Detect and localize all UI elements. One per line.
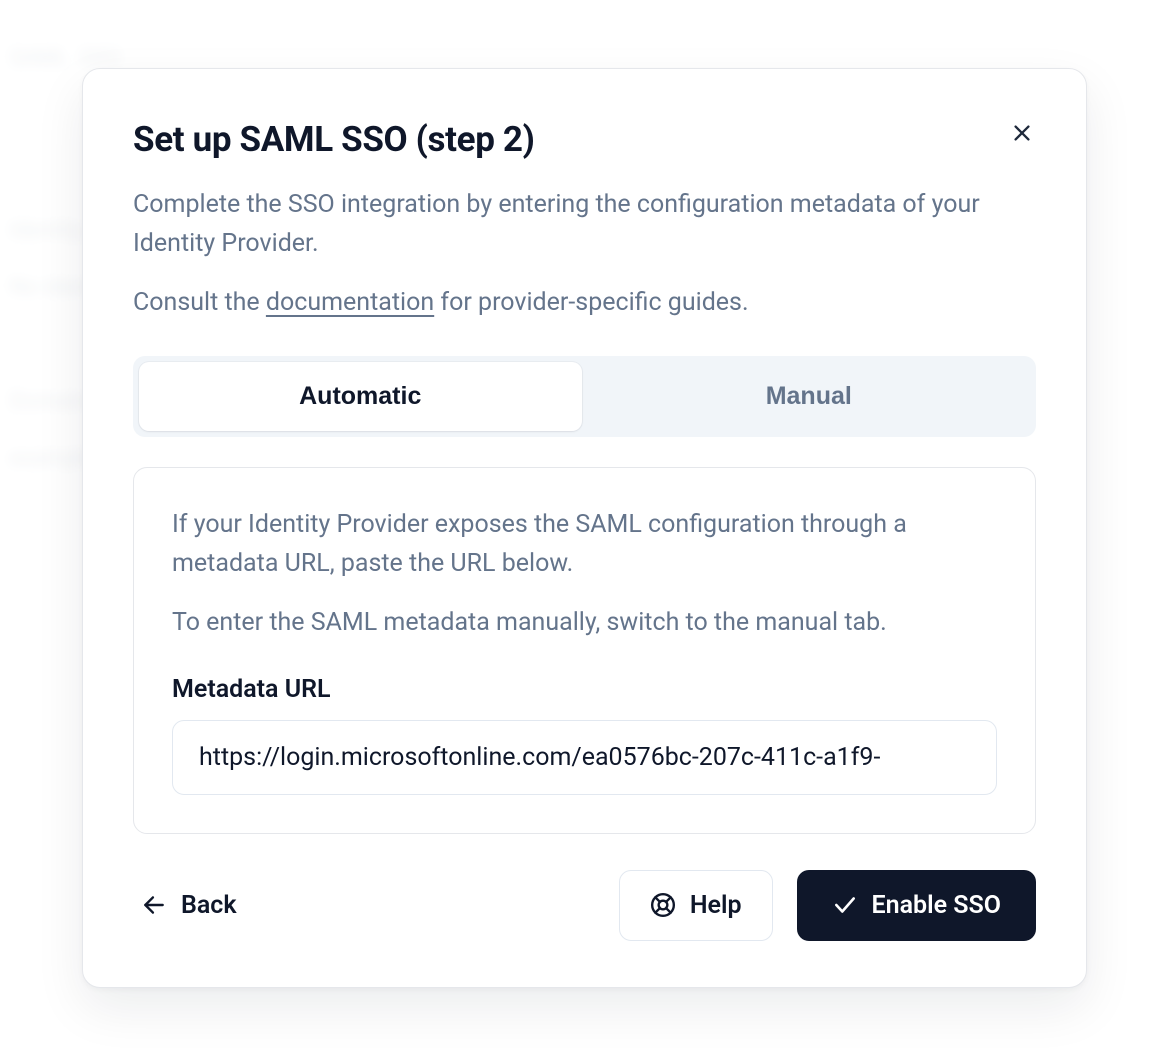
automatic-config-panel: If your Identity Provider exposes the SA… (133, 467, 1036, 833)
description-line-1: Complete the SSO integration by entering… (133, 186, 1036, 264)
help-button[interactable]: Help (619, 870, 773, 941)
metadata-url-label: Metadata URL (172, 675, 997, 704)
config-mode-tabs: Automatic Manual (133, 356, 1036, 437)
enable-sso-button-label: Enable SSO (872, 891, 1001, 920)
description-line-2: Consult the documentation for provider-s… (133, 284, 1036, 323)
tab-automatic[interactable]: Automatic (139, 362, 582, 431)
panel-description: If your Identity Provider exposes the SA… (172, 506, 997, 642)
arrow-left-icon (141, 892, 167, 918)
saml-sso-setup-modal: Set up SAML SSO (step 2) Complete the SS… (82, 68, 1087, 988)
description-suffix: for provider-specific guides. (434, 288, 748, 317)
modal-title: Set up SAML SSO (step 2) (133, 119, 1036, 160)
modal-description: Complete the SSO integration by entering… (133, 186, 1036, 322)
documentation-link[interactable]: documentation (266, 288, 434, 317)
modal-footer: Back Help (133, 870, 1036, 941)
tab-manual[interactable]: Manual (588, 362, 1031, 431)
description-prefix: Consult the (133, 288, 266, 317)
modal-header: Set up SAML SSO (step 2) (133, 119, 1036, 160)
help-button-label: Help (690, 891, 742, 920)
panel-desc-line-2: To enter the SAML metadata manually, swi… (172, 604, 997, 643)
metadata-url-input[interactable] (172, 720, 997, 795)
close-icon (1011, 122, 1033, 144)
check-icon (832, 892, 858, 918)
enable-sso-button[interactable]: Enable SSO (797, 870, 1036, 941)
back-button[interactable]: Back (133, 873, 245, 938)
back-button-label: Back (181, 891, 237, 920)
help-icon (650, 892, 676, 918)
panel-desc-line-1: If your Identity Provider exposes the SA… (172, 506, 997, 584)
close-button[interactable] (1004, 115, 1040, 151)
footer-right-group: Help Enable SSO (619, 870, 1036, 941)
